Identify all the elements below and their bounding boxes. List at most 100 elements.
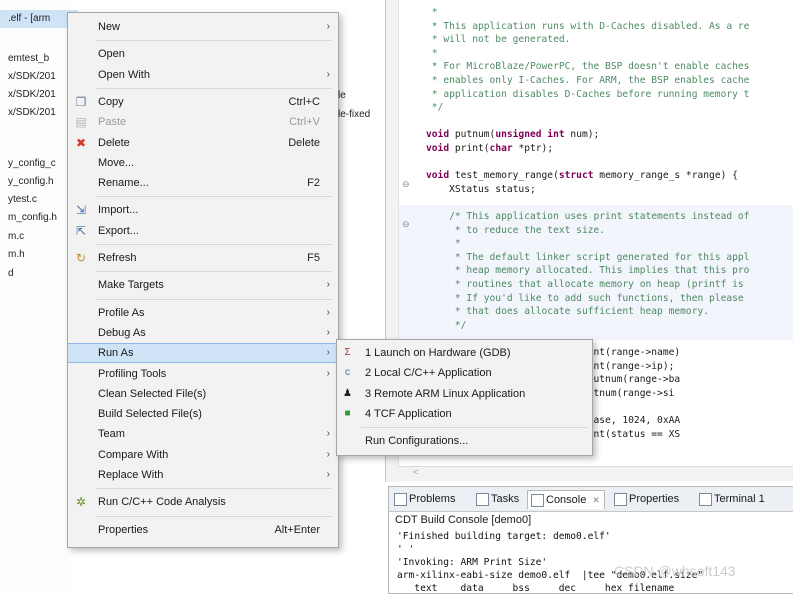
- menu-item-copy[interactable]: ❐ Copy Ctrl+C: [68, 92, 338, 112]
- explorer-item[interactable]: x/SDK/201: [8, 107, 56, 118]
- console-tab-bar: Problems Tasks Console ✕ Properties Terminal …: [389, 487, 793, 512]
- code-line: void putnum(unsigned int num);: [426, 129, 599, 140]
- code-line: *: [426, 48, 438, 59]
- menu-item-refresh[interactable]: ↻ Refresh F5: [68, 248, 338, 268]
- code-token: *: [426, 47, 438, 59]
- code-token: * application disables D-Caches before r…: [426, 88, 750, 100]
- code-line: * that does allocate sufficient heap mem…: [426, 306, 709, 317]
- menu-item-label: Delete: [98, 136, 130, 149]
- menu-item-label: Copy: [98, 95, 124, 108]
- menu-item-properties[interactable]: Properties Alt+Enter: [68, 520, 338, 540]
- code-token: test_memory_range(: [454, 170, 559, 182]
- explorer-item[interactable]: d: [8, 268, 14, 279]
- editor-scrollbar[interactable]: <: [398, 466, 793, 481]
- tab-problems[interactable]: Problems: [391, 490, 459, 508]
- menu-item-make-targets[interactable]: Make Targets ›: [68, 275, 338, 295]
- explorer-item[interactable]: x/SDK/201: [8, 71, 56, 82]
- code-line: * will not be generated.: [426, 34, 571, 45]
- menu-item-clean-selected[interactable]: Clean Selected File(s): [68, 384, 338, 404]
- code-line: * This application runs with D-Caches di…: [426, 21, 750, 32]
- scroll-left-icon[interactable]: <: [413, 467, 418, 477]
- code-token: * For MicroBlaze/PowerPC, the BSP doesn'…: [426, 61, 750, 73]
- explorer-item[interactable]: x/SDK/201: [8, 89, 56, 100]
- menu-item-export[interactable]: ⇱ Export...: [68, 221, 338, 241]
- explorer-item[interactable]: m_config.h: [8, 212, 57, 223]
- linux-icon: ♟: [343, 387, 352, 399]
- explorer-item[interactable]: m.h: [8, 249, 25, 260]
- problems-icon: [394, 493, 407, 506]
- menu-item-shortcut: Alt+Enter: [274, 523, 320, 536]
- tab-terminal-1[interactable]: Terminal 1: [696, 490, 769, 508]
- menu-item-run-code-analysis[interactable]: ✲ Run C/C++ Code Analysis: [68, 492, 338, 512]
- menu-item-label: Team: [98, 428, 125, 441]
- menu-item-rename[interactable]: Rename... F2: [68, 173, 338, 193]
- menu-item-label: Make Targets: [98, 279, 164, 292]
- menu-item-delete[interactable]: ✖ Delete Delete: [68, 133, 338, 153]
- menu-item-import[interactable]: ⇲ Import...: [68, 200, 338, 220]
- fold-icon[interactable]: ⊖: [402, 179, 410, 190]
- code-line: void test_memory_range(struct memory_ran…: [426, 170, 738, 181]
- menu-item-profile-as[interactable]: Profile As ›: [68, 303, 338, 323]
- chevron-right-icon: ›: [326, 448, 330, 460]
- properties-icon: [614, 493, 627, 506]
- code-token: * that does allocate sufficient heap mem…: [426, 306, 710, 318]
- menu-separator: [96, 488, 332, 490]
- menu-item-build-selected[interactable]: Build Selected File(s): [68, 404, 338, 424]
- launch-hardware-icon: Σ: [344, 347, 351, 358]
- code-token: /* This application uses print statement…: [426, 211, 750, 222]
- console-line: 'Invoking: ARM Print Size': [397, 557, 548, 568]
- menu-item-label: Compare With: [98, 448, 169, 461]
- menu-item-move[interactable]: Move...: [68, 153, 338, 173]
- chevron-right-icon: ›: [326, 367, 330, 379]
- fold-icon[interactable]: ⊖: [402, 219, 410, 230]
- menu-item-team[interactable]: Team ›: [68, 424, 338, 444]
- code-line: void print(char *ptr);: [426, 143, 553, 154]
- submenu-item-tcf-app[interactable]: ■ 4 TCF Application: [337, 404, 592, 424]
- menu-item-open[interactable]: Open: [68, 44, 338, 64]
- code-line: *: [426, 238, 461, 249]
- menu-item-label: Open With: [98, 68, 150, 81]
- menu-item-open-with[interactable]: Open With ›: [68, 65, 338, 85]
- tab-properties[interactable]: Properties: [611, 490, 683, 508]
- tab-console[interactable]: Console ✕: [527, 490, 605, 509]
- chevron-right-icon: ›: [326, 21, 330, 32]
- code-token: unsigned int: [495, 129, 571, 141]
- menu-item-label: Properties: [98, 523, 149, 536]
- close-icon[interactable]: ✕: [592, 495, 600, 505]
- code-token: * If you'd like to add such functions, t…: [426, 292, 744, 304]
- menu-item-new[interactable]: New ›: [68, 17, 338, 37]
- menu-item-profiling-tools[interactable]: Profiling Tools ›: [68, 364, 338, 384]
- menu-item-compare-with[interactable]: Compare With ›: [68, 445, 338, 465]
- submenu-item-run-configurations[interactable]: Run Configurations...: [337, 431, 592, 451]
- code-line: *: [426, 7, 438, 18]
- code-line: /* This application uses print statement…: [426, 211, 749, 222]
- tab-tasks[interactable]: Tasks: [473, 490, 523, 508]
- tcf-icon: ■: [344, 407, 351, 419]
- explorer-item[interactable]: ytest.c: [8, 194, 37, 205]
- explorer-item[interactable]: y_config_c: [8, 158, 56, 169]
- menu-item-replace-with[interactable]: Replace With ›: [68, 465, 338, 485]
- chevron-right-icon: ›: [326, 68, 330, 80]
- submenu-item-local-app[interactable]: c 2 Local C/C++ Application: [337, 363, 592, 383]
- menu-item-debug-as[interactable]: Debug As ›: [68, 323, 338, 343]
- console-line: 'Finished building target: demo0.elf': [397, 531, 611, 542]
- menu-item-shortcut: F5: [307, 252, 320, 264]
- menu-separator: [96, 515, 332, 517]
- code-token: void: [426, 129, 455, 141]
- menu-item-label: New: [98, 21, 121, 33]
- explorer-item[interactable]: y_config.h: [8, 176, 54, 187]
- import-icon: ⇲: [75, 203, 87, 218]
- terminal-1-icon: [699, 493, 712, 506]
- tab-label: Terminal 1: [714, 493, 765, 505]
- chevron-right-icon: ›: [326, 326, 330, 338]
- explorer-item[interactable]: m.c: [8, 231, 24, 242]
- menu-item-run-as[interactable]: Run As ›: [68, 343, 338, 364]
- delete-icon: ✖: [75, 135, 87, 150]
- code-token: *ptr);: [518, 143, 554, 154]
- submenu-item-remote-linux[interactable]: ♟ 3 Remote ARM Linux Application: [337, 384, 592, 404]
- menu-item-paste: ▤ Paste Ctrl+V: [68, 112, 338, 132]
- menu-item-label: Clean Selected File(s): [98, 387, 207, 400]
- submenu-item-launch-hardware[interactable]: Σ 1 Launch on Hardware (GDB): [337, 343, 592, 363]
- code-token: *: [426, 7, 438, 18]
- explorer-item[interactable]: emtest_b: [8, 53, 49, 64]
